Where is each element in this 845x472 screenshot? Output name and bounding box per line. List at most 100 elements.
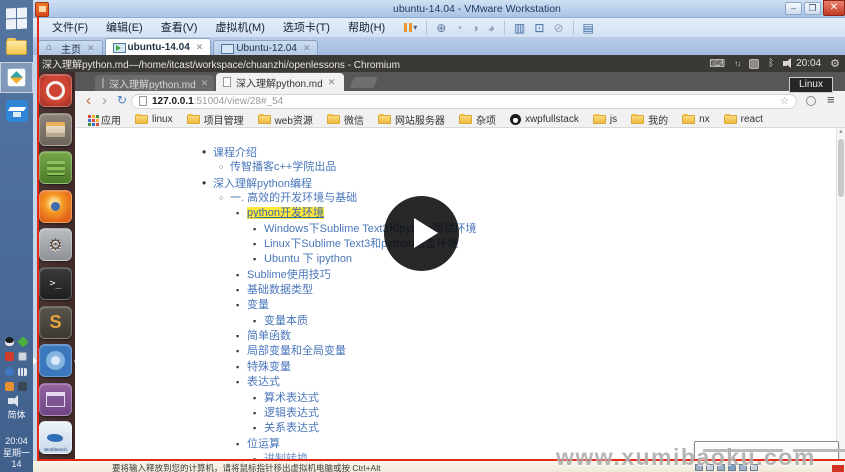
launcher-software-center[interactable] xyxy=(39,382,72,416)
browser-tab[interactable]: 深入理解python.md ✕ xyxy=(95,75,214,91)
vm-tab-close-icon[interactable]: ✕ xyxy=(87,43,95,54)
launcher-sublime-text[interactable] xyxy=(39,305,72,339)
bookmark-folder-web-server[interactable]: 网站服务器 xyxy=(377,112,445,127)
toc-item[interactable]: 简单函数 xyxy=(202,329,477,344)
bookmark-github-xwpfullstack[interactable]: xwpfullstack xyxy=(509,113,579,125)
browser-menu-icon[interactable]: ≡ xyxy=(827,92,835,107)
cloud-class-icon[interactable] xyxy=(6,100,28,122)
snapshot-revert-button[interactable] xyxy=(472,21,479,35)
toc-link[interactable]: 局部变量和全局变量 xyxy=(247,345,346,357)
menu-item[interactable]: 帮助(H) xyxy=(339,18,394,38)
tray-icon[interactable] xyxy=(16,335,29,348)
launcher-terminal[interactable] xyxy=(39,266,72,300)
bookmark-folder-js[interactable]: js xyxy=(592,113,617,125)
browser-tab-active[interactable]: 深入理解python.md ✕ xyxy=(216,73,344,91)
tab-close-icon[interactable]: ✕ xyxy=(328,77,336,88)
tab-close-icon[interactable]: ✕ xyxy=(201,78,209,89)
tray-icon[interactable] xyxy=(5,367,14,376)
input-method-label[interactable]: 简体 xyxy=(0,410,33,420)
toc-link[interactable]: 简单函数 xyxy=(247,330,291,342)
bookmark-apps[interactable]: 应用 xyxy=(88,112,121,127)
fullscreen-button[interactable] xyxy=(534,21,544,35)
toc-item[interactable]: 特殊变量 xyxy=(202,360,477,375)
address-bar[interactable]: 127.0.0.1:51004/view/28#_54 ☆ xyxy=(131,93,797,109)
panel-clock[interactable]: 20:04 xyxy=(796,58,821,69)
tray-icon[interactable] xyxy=(5,352,14,361)
vmware-taskbar-icon[interactable] xyxy=(7,68,26,87)
toc-link[interactable]: Ubuntu 下 ipython xyxy=(264,253,352,265)
toc-link[interactable]: 位运算 xyxy=(247,438,280,450)
qq-tray-icon[interactable] xyxy=(5,337,14,346)
launcher-system-settings[interactable] xyxy=(39,228,72,262)
snapshot-manager-button[interactable] xyxy=(488,21,495,35)
scrollbar-thumb[interactable] xyxy=(838,139,844,197)
console-view-button[interactable] xyxy=(573,21,594,35)
reload-button[interactable]: ↻ xyxy=(117,91,127,110)
bookmark-folder-wechat[interactable]: 微信 xyxy=(326,112,364,127)
library-panel-button[interactable] xyxy=(504,21,525,35)
toc-link[interactable]: 逻辑表达式 xyxy=(264,407,319,419)
scrollbar[interactable]: ▲ xyxy=(836,128,845,460)
toc-link[interactable]: 表达式 xyxy=(247,376,280,388)
toc-link[interactable]: 传智播客c++学院出品 xyxy=(230,161,336,173)
toc-link[interactable]: Sublime使用技巧 xyxy=(247,269,331,281)
forward-button[interactable]: › xyxy=(102,91,107,110)
vm-tab-close-icon[interactable]: ✕ xyxy=(303,43,311,54)
toc-link[interactable]: 算术表达式 xyxy=(264,392,319,404)
toc-item[interactable]: 局部变量和全局变量 xyxy=(202,344,477,359)
toc-link[interactable]: 一. 高效的开发环境与基础 xyxy=(230,192,357,204)
bookmark-folder-linux[interactable]: linux xyxy=(135,113,173,125)
video-play-button[interactable] xyxy=(384,196,459,271)
vm-tab-home[interactable]: 主页 ✕ xyxy=(38,40,103,56)
toc-item[interactable]: 课程介绍 xyxy=(202,145,477,160)
toc-link[interactable]: 基础数据类型 xyxy=(247,284,313,296)
send-ctrl-alt-del-button[interactable] xyxy=(426,21,446,35)
menu-item[interactable]: 编辑(E) xyxy=(97,18,152,38)
launcher-mysql-workbench[interactable]: Workbench xyxy=(39,421,72,455)
toc-item[interactable]: 基础数据类型 xyxy=(202,283,477,298)
volume-tray-icon[interactable] xyxy=(8,395,18,407)
toc-link[interactable]: 变量 xyxy=(247,299,269,311)
bookmark-folder-mine[interactable]: 我的 xyxy=(631,112,668,127)
battery-icon[interactable] xyxy=(18,352,27,361)
gear-icon[interactable] xyxy=(830,57,840,70)
volume-icon[interactable] xyxy=(783,58,792,68)
toc-item[interactable]: 关系表达式 xyxy=(202,421,477,436)
tray-icon[interactable] xyxy=(18,382,27,391)
vm-tab-ubuntu-1404[interactable]: ubuntu-14.04 ✕ xyxy=(104,38,212,55)
snapshot-take-button[interactable] xyxy=(455,21,462,35)
toc-item[interactable]: 变量本质 xyxy=(202,314,477,329)
launcher-chromium[interactable] xyxy=(33,344,78,378)
bookmark-star-icon[interactable]: ☆ xyxy=(780,96,789,107)
bookmark-folder-web-resources[interactable]: web资源 xyxy=(257,112,313,127)
menu-item[interactable]: 查看(V) xyxy=(152,18,207,38)
file-explorer-icon[interactable] xyxy=(6,38,27,55)
system-tray[interactable] xyxy=(3,334,31,396)
launcher-dictionary[interactable] xyxy=(39,151,72,185)
toc-link[interactable]: 特殊变量 xyxy=(247,361,291,373)
suspend-button[interactable] xyxy=(404,21,417,35)
new-tab-button[interactable] xyxy=(349,77,379,88)
maximize-button[interactable]: ❐ xyxy=(804,2,821,15)
toc-item[interactable]: 表达式 xyxy=(202,375,477,390)
toc-link[interactable]: 变量本质 xyxy=(264,315,308,327)
network-signal-icon[interactable] xyxy=(18,367,27,376)
menu-item[interactable]: 虚拟机(M) xyxy=(206,18,274,38)
bookmark-folder-nx[interactable]: nx xyxy=(682,113,710,125)
toc-item[interactable]: 变量 xyxy=(202,298,477,313)
tray-icon[interactable] xyxy=(5,382,14,391)
bookmark-folder-react[interactable]: react xyxy=(723,113,763,125)
toc-item[interactable]: 传智播客c++学院出品 xyxy=(202,160,477,175)
toc-link[interactable]: python开发环境 xyxy=(247,207,325,220)
toc-item[interactable]: Sublime使用技巧 xyxy=(202,268,477,283)
close-button[interactable]: ✕ xyxy=(823,0,845,16)
toc-item[interactable]: 位运算 xyxy=(202,437,477,452)
toc-link[interactable]: 深入理解python编程 xyxy=(213,178,312,190)
menu-item[interactable]: 选项卡(T) xyxy=(274,18,339,38)
bookmark-folder-project-management[interactable]: 项目管理 xyxy=(186,112,244,127)
toc-item[interactable]: 算术表达式 xyxy=(202,391,477,406)
launcher-ubuntu-dash[interactable] xyxy=(39,74,72,107)
toc-link[interactable]: 关系表达式 xyxy=(264,422,319,434)
network-traffic-icon[interactable] xyxy=(734,59,740,68)
vm-tab-ubuntu-1204[interactable]: Ubuntu-12.04 ✕ xyxy=(213,40,319,55)
